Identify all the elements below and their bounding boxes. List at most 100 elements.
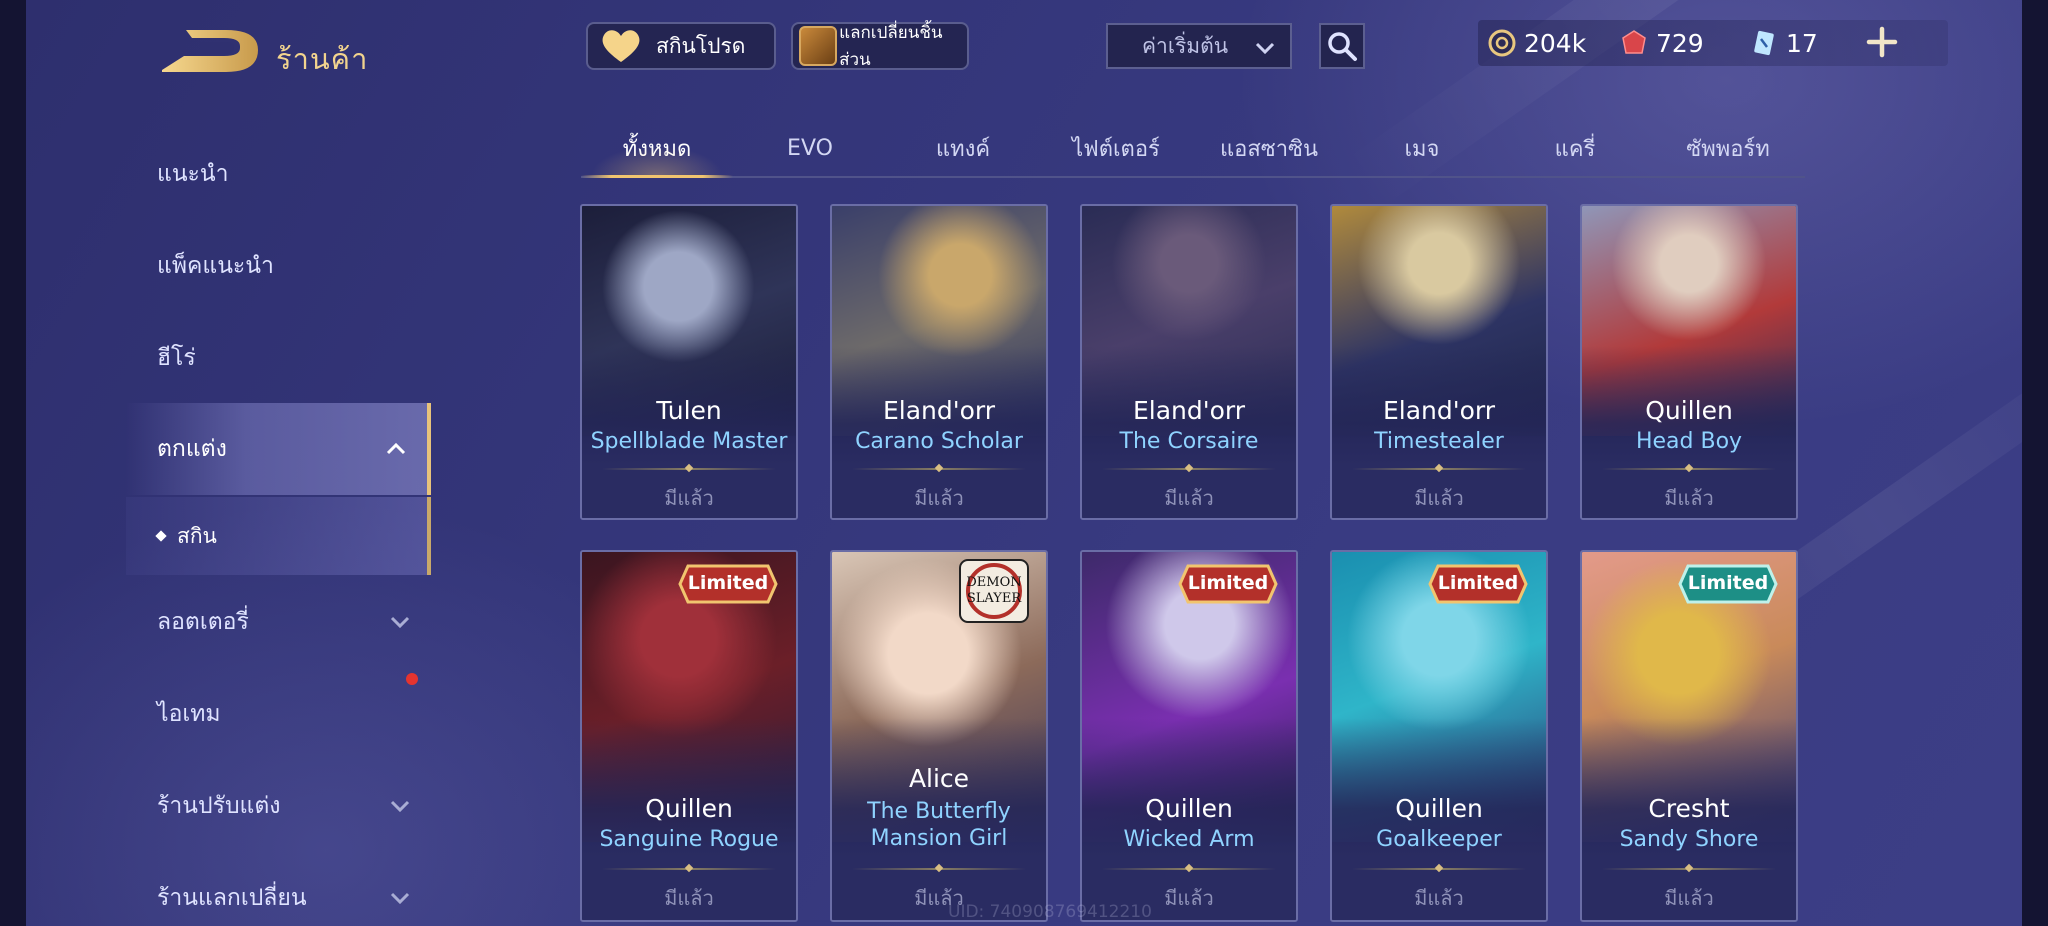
- sidebar-item-label: ร้านแลกเปลี่ยน: [157, 885, 307, 911]
- tab-assassin[interactable]: แอสซาซิน: [1193, 120, 1345, 176]
- tab-all[interactable]: ทั้งหมด: [581, 120, 733, 178]
- limited-badge-label: Limited: [1187, 572, 1269, 594]
- notification-dot: [406, 673, 418, 685]
- owned-status: มีแล้ว: [1664, 486, 1714, 510]
- fragment-exchange-button[interactable]: แลกเปลี่ยนชิ้นส่วน: [791, 22, 969, 70]
- back-arrow-icon[interactable]: [160, 26, 264, 78]
- divider: [602, 868, 776, 870]
- skin-card[interactable]: Eland'orr Carano Scholar มีแล้ว: [830, 204, 1048, 520]
- tab-evo[interactable]: EVO: [734, 120, 886, 176]
- sidebar-item-lottery[interactable]: ลอตเตอรี่: [126, 576, 431, 668]
- sidebar-item-exchange-shop[interactable]: ร้านแลกเปลี่ยน: [126, 852, 431, 926]
- skin-name: The Corsaire: [1119, 429, 1259, 454]
- skin-card[interactable]: Limited Quillen Sanguine Rogue มีแล้ว: [580, 550, 798, 922]
- sidebar-item-label: แพ็คแนะนำ: [157, 253, 274, 279]
- blue-coupon-icon: [1754, 30, 1774, 56]
- svg-text:SLAYER: SLAYER: [967, 591, 1022, 606]
- skin-card[interactable]: Quillen Head Boy มีแล้ว: [1580, 204, 1798, 520]
- hero-name: Eland'orr: [882, 396, 996, 425]
- limited-badge-label: Limited: [1687, 572, 1769, 594]
- sidebar-item-label: ฮีโร่: [157, 345, 196, 371]
- tab-label: EVO: [787, 135, 833, 161]
- search-icon: [1328, 32, 1357, 61]
- svg-text:DEMON: DEMON: [966, 575, 1021, 590]
- coupon-currency: 17: [1750, 20, 1818, 66]
- tab-carry[interactable]: แครี่: [1499, 120, 1651, 176]
- treasure-chest-icon: [799, 26, 838, 66]
- sidebar-item-recommended-packs[interactable]: แพ็คแนะนำ: [126, 220, 431, 312]
- tab-fighter[interactable]: ไฟต์เตอร์: [1040, 120, 1192, 176]
- skin-name: Sandy Shore: [1619, 827, 1759, 852]
- owned-status: มีแล้ว: [664, 886, 714, 910]
- hero-name: Quillen: [1645, 396, 1733, 425]
- tab-mage[interactable]: เมจ: [1346, 120, 1498, 176]
- skin-name-line1: The Butterfly: [867, 799, 1011, 824]
- favorite-skins-label: สกินโปรด: [656, 33, 746, 58]
- tab-label: ไฟต์เตอร์: [1072, 136, 1160, 162]
- hero-name: Tulen: [656, 396, 722, 425]
- favorite-skins-button[interactable]: สกินโปรด: [586, 22, 776, 70]
- sidebar-item-label: สกิน: [177, 523, 217, 548]
- skin-name: Sanguine Rogue: [599, 827, 779, 852]
- limited-badge-label: Limited: [687, 572, 769, 594]
- sidebar-item-label: ร้านปรับแต่ง: [157, 793, 281, 819]
- skin-card[interactable]: Tulen Spellblade Master มีแล้ว: [580, 204, 798, 520]
- skin-name: Goalkeeper: [1376, 827, 1502, 852]
- skin-card[interactable]: Limited Quillen Goalkeeper มีแล้ว: [1330, 550, 1548, 922]
- divider: [1102, 468, 1276, 470]
- search-button[interactable]: [1319, 23, 1365, 69]
- hero-name: Quillen: [1145, 794, 1233, 823]
- hero-name: Cresht: [1648, 794, 1730, 823]
- skin-card[interactable]: Limited Cresht Sandy Shore มีแล้ว: [1580, 550, 1798, 922]
- tab-label: แอสซาซิน: [1219, 136, 1319, 162]
- divider: [1602, 468, 1776, 470]
- skin-card[interactable]: Eland'orr The Corsaire มีแล้ว: [1080, 204, 1298, 520]
- chevron-down-icon: [390, 800, 410, 813]
- sidebar-item-label: แนะนำ: [157, 161, 229, 187]
- sort-value: ค่าเริ่มต้น: [1142, 33, 1229, 58]
- divider: [1602, 868, 1776, 870]
- skin-name: Wicked Arm: [1123, 827, 1255, 852]
- gold-amount: 204k: [1524, 28, 1587, 58]
- skin-card[interactable]: Limited Quillen Wicked Arm มีแล้ว: [1080, 550, 1298, 922]
- hero-name: Eland'orr: [1382, 396, 1496, 425]
- hero-name: Quillen: [1395, 794, 1483, 823]
- tab-label: ทั้งหมด: [622, 136, 692, 162]
- sidebar-item-heroes[interactable]: ฮีโร่: [126, 312, 431, 404]
- skin-name: Carano Scholar: [855, 429, 1023, 454]
- tab-label: ซัพพอร์ท: [1686, 136, 1770, 162]
- skin-name: Head Boy: [1635, 429, 1743, 454]
- owned-status: มีแล้ว: [1664, 886, 1714, 910]
- coupon-amount: 17: [1786, 28, 1818, 58]
- sidebar-subitem-skins[interactable]: สกิน: [126, 497, 431, 575]
- bullet-diamond-icon: [155, 530, 167, 542]
- owned-status: มีแล้ว: [1414, 486, 1464, 510]
- sidebar-item-cosmetics[interactable]: ตกแต่ง: [126, 403, 431, 495]
- tab-tank[interactable]: แทงค์: [887, 120, 1039, 176]
- hero-name: Quillen: [645, 794, 733, 823]
- owned-status: มีแล้ว: [914, 486, 964, 510]
- heart-icon: [602, 30, 640, 62]
- divider: [1102, 868, 1276, 870]
- skin-card[interactable]: DEMON SLAYER Alice The Butterfly Mansion…: [830, 550, 1048, 922]
- owned-status: มีแล้ว: [1164, 486, 1214, 510]
- demon-slayer-collab-logo: DEMON SLAYER: [959, 559, 1029, 623]
- limited-badge-label: Limited: [1437, 572, 1519, 594]
- chevron-down-icon: [390, 616, 410, 629]
- sidebar-item-label: ตกแต่ง: [157, 436, 227, 462]
- sidebar-item-items[interactable]: ไอเทม: [126, 668, 431, 760]
- page-title: ร้านค้า: [276, 42, 369, 76]
- hero-name: Alice: [908, 764, 970, 793]
- sort-dropdown[interactable]: ค่าเริ่มต้น: [1106, 23, 1292, 69]
- add-currency-plus-icon[interactable]: [1864, 24, 1900, 60]
- sidebar-item-recommended[interactable]: แนะนำ: [126, 128, 431, 220]
- gold-coin-icon: [1488, 29, 1516, 57]
- sidebar-item-label: ไอเทม: [157, 701, 221, 727]
- user-id-watermark: UID: 740908769412210: [948, 902, 1152, 922]
- skin-card[interactable]: Eland'orr Timestealer มีแล้ว: [1330, 204, 1548, 520]
- sidebar-item-customize-shop[interactable]: ร้านปรับแต่ง: [126, 760, 431, 852]
- tab-label: แครี่: [1554, 136, 1596, 162]
- skin-name-line2: Mansion Girl: [870, 826, 1008, 851]
- divider: [852, 868, 1026, 870]
- tab-support[interactable]: ซัพพอร์ท: [1652, 120, 1804, 176]
